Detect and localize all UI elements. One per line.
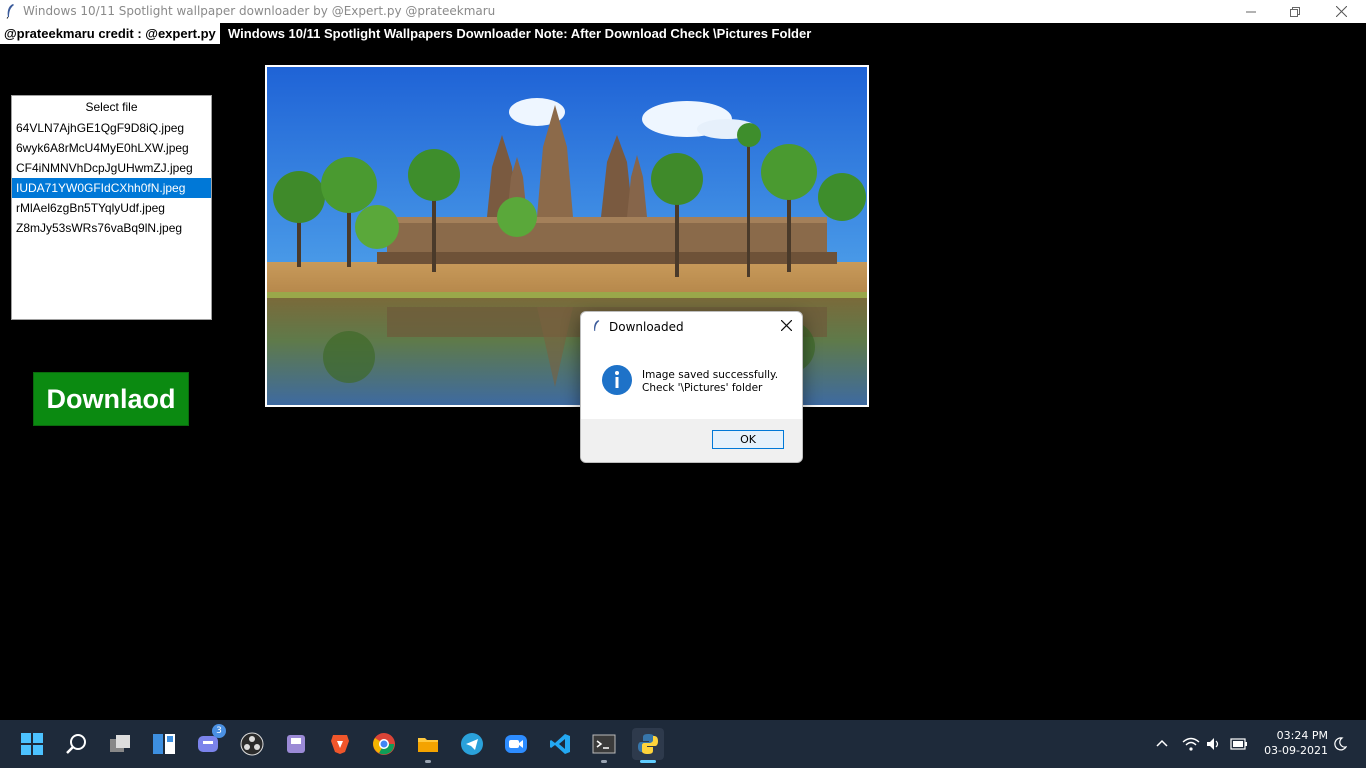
vscode-icon — [550, 734, 570, 754]
moon-icon — [1334, 737, 1347, 751]
download-button[interactable]: Downlaod — [33, 372, 189, 426]
taskbar: 3 03:24 PM 03-09-2021 — [0, 720, 1366, 768]
zoom-button[interactable] — [500, 728, 532, 760]
volume-icon — [1207, 738, 1219, 750]
title-bar: Windows 10/11 Spotlight wallpaper downlo… — [0, 0, 1366, 23]
wifi-icon — [1182, 737, 1200, 751]
minimize-icon — [1246, 11, 1256, 12]
terminal-button[interactable] — [588, 728, 620, 763]
tray-overflow-button[interactable] — [1155, 720, 1169, 768]
widgets-icon — [153, 734, 175, 754]
downloaded-dialog: Downloaded Image saved successfully. Che… — [580, 311, 803, 463]
file-list-item[interactable]: Z8mJy53sWRs76vaBq9lN.jpeg — [12, 218, 211, 238]
search-icon — [66, 734, 86, 754]
start-button[interactable] — [16, 728, 48, 760]
dialog-message-line2: Check '\Pictures' folder — [642, 382, 763, 394]
obs-icon — [240, 732, 264, 756]
tk-feather-icon — [6, 4, 14, 19]
chevron-up-icon — [1156, 739, 1168, 747]
python-button[interactable] — [632, 728, 664, 763]
file-list-header: Select file — [85, 100, 138, 114]
minimize-button[interactable] — [1228, 0, 1274, 23]
file-list-item-selected[interactable]: IUDA71YW0GFIdCXhh0fN.jpeg — [12, 178, 211, 198]
notifications-button[interactable] — [1333, 720, 1347, 768]
chrome-button[interactable] — [368, 728, 400, 760]
storage-icon — [287, 735, 305, 753]
file-explorer-button[interactable] — [412, 728, 444, 763]
file-list-item[interactable]: 6wyk6A8rMcU4MyE0hLXW.jpeg — [12, 138, 211, 158]
telegram-button[interactable] — [456, 728, 488, 760]
terminal-icon — [592, 734, 616, 754]
close-icon — [1335, 6, 1347, 17]
file-list-item[interactable]: 64VLN7AjhGE1QgF9D8iQ.jpeg — [12, 118, 211, 138]
battery-button[interactable] — [1230, 720, 1248, 768]
tk-feather-icon — [594, 320, 600, 331]
dialog-close-button[interactable] — [777, 316, 795, 334]
dialog-message-line1: Image saved successfully. — [642, 369, 779, 381]
vscode-button[interactable] — [544, 728, 576, 760]
close-icon — [780, 319, 792, 331]
clock-date: 03-09-2021 — [1264, 744, 1328, 757]
chrome-icon — [373, 733, 395, 755]
file-listbox[interactable]: Select file 64VLN7AjhGE1QgF9D8iQ.jpeg 6w… — [11, 95, 212, 320]
search-button[interactable] — [60, 728, 92, 760]
active-indicator — [640, 760, 656, 763]
task-view-button[interactable] — [104, 728, 136, 760]
close-button[interactable] — [1318, 0, 1364, 23]
dialog-footer: OK — [581, 419, 802, 462]
volume-button[interactable] — [1206, 720, 1222, 768]
credit-label: @prateekmaru credit : @expert.py — [0, 23, 220, 44]
restore-button[interactable] — [1272, 0, 1318, 23]
storage-app-button[interactable] — [280, 728, 312, 760]
clock-time: 03:24 PM — [1276, 729, 1328, 742]
python-icon — [638, 734, 658, 754]
clock[interactable]: 03:24 PM 03-09-2021 — [1258, 728, 1328, 758]
brave-button[interactable] — [324, 728, 356, 760]
file-list-item[interactable]: rMlAel6zgBn5TYqlyUdf.jpeg — [12, 198, 211, 218]
brave-icon — [331, 735, 349, 754]
restore-icon — [1290, 6, 1300, 17]
widgets-button[interactable] — [148, 728, 180, 760]
wifi-button[interactable] — [1182, 720, 1200, 768]
obs-button[interactable] — [236, 728, 268, 760]
window-title: Windows 10/11 Spotlight wallpaper downlo… — [23, 4, 496, 18]
file-explorer-icon — [418, 738, 438, 752]
file-list-item[interactable]: CF4iNMNVhDcpJgUHwmZJ.jpeg — [12, 158, 211, 178]
note-label: Windows 10/11 Spotlight Wallpapers Downl… — [228, 26, 812, 41]
zoom-icon — [505, 735, 527, 753]
running-indicator — [601, 760, 607, 763]
dialog-title: Downloaded — [609, 320, 684, 334]
running-indicator — [425, 760, 431, 763]
info-icon — [602, 365, 632, 395]
task-view-icon — [110, 735, 130, 752]
teams-chat-button[interactable]: 3 — [192, 724, 226, 760]
telegram-icon — [461, 733, 483, 755]
start-icon — [21, 733, 43, 755]
chat-badge: 3 — [212, 724, 226, 738]
battery-icon — [1230, 738, 1247, 750]
ok-button[interactable]: OK — [712, 430, 784, 449]
